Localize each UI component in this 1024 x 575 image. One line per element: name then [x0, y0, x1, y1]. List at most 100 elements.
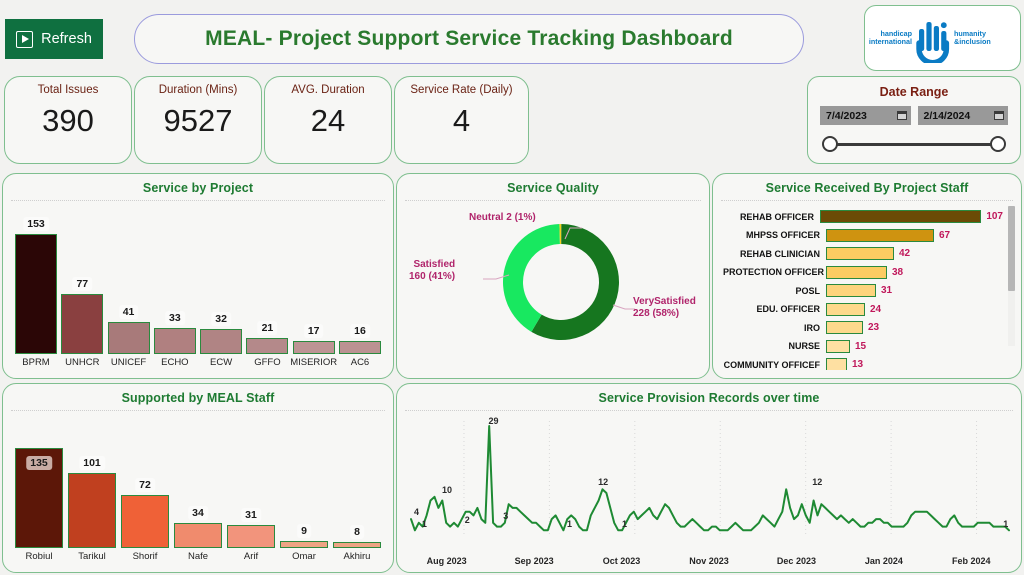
bar-value-label: 153 [23, 217, 49, 231]
bar[interactable] [107, 322, 150, 354]
kpi-card-service-rate[interactable]: Service Rate (Daily) 4 [394, 76, 529, 164]
bar-row[interactable]: PROTECTION OFFICER 38 [723, 264, 1003, 281]
x-axis-tick-label: Feb 2024 [952, 556, 991, 566]
bar-category-label: COMMUNITY OFFICEF [723, 359, 820, 370]
bar[interactable] [200, 329, 243, 354]
refresh-button[interactable]: Refresh [5, 19, 103, 59]
bar-group[interactable]: 8 Akhiru [333, 525, 381, 562]
bar[interactable] [174, 523, 222, 548]
bar-group[interactable]: 34 Nafe [174, 506, 222, 562]
kpi-card-total-issues[interactable]: Total Issues 390 [4, 76, 132, 164]
bar-category-label: GFFO [254, 357, 281, 368]
donut-label-verysatisfied: VerySatisfied 228 (58%) [633, 296, 696, 320]
line-value-label: 4 [413, 507, 419, 518]
slider-handle-start[interactable] [822, 136, 838, 152]
panel-title: Service by Project [142, 181, 254, 195]
date-range-end-input[interactable]: 2/14/2024 [917, 106, 1008, 125]
bar[interactable] [246, 338, 289, 354]
bar[interactable] [826, 321, 863, 334]
bar-category-label: Tarikul [78, 551, 106, 562]
scrollbar-thumb[interactable] [1008, 206, 1015, 291]
calendar-icon[interactable] [896, 111, 907, 120]
svg-text:international: international [868, 37, 911, 46]
bar-group[interactable]: 16 AC6 [338, 324, 381, 368]
bar-category-label: MHPSS OFFICER [745, 230, 820, 240]
bar[interactable] [826, 358, 847, 370]
vertical-scrollbar[interactable] [1008, 206, 1015, 346]
bar-category-label: BPRM [22, 357, 50, 368]
bar-value-label: 67 [939, 229, 951, 241]
bar[interactable] [333, 542, 381, 548]
x-axis-tick-label: Nov 2023 [689, 556, 729, 566]
donut-slice-satisfied[interactable] [503, 224, 560, 332]
panel-divider [11, 200, 385, 201]
bar[interactable] [280, 541, 328, 548]
bar-row[interactable]: POSL 31 [723, 282, 1003, 299]
line-value-label: 1 [622, 518, 628, 529]
bar-value-label: 42 [899, 248, 911, 259]
bar-value-label: 21 [257, 321, 278, 335]
handicap-international-humanity-inclusion-logo: handicap international humanity &inclusi… [868, 22, 990, 63]
bar-row[interactable]: COMMUNITY OFFICEF 13 [723, 356, 1003, 370]
bar[interactable] [227, 525, 275, 548]
bar-group[interactable]: 135 Robiul [15, 448, 63, 562]
bar[interactable] [826, 339, 850, 353]
bar-row[interactable]: REHAB OFFICER 107 [723, 208, 1003, 225]
bar[interactable] [68, 473, 116, 548]
bar-group[interactable]: 153 BPRM [15, 217, 57, 368]
bar-row[interactable]: IRO 23 [723, 319, 1003, 336]
panel-title: Supported by MEAL Staff [121, 391, 275, 405]
bar-group[interactable]: 77 UNHCR [61, 277, 104, 368]
bar-group[interactable]: 41 UNICEF [107, 305, 150, 368]
bar-value-label: 38 [892, 266, 904, 278]
bar-value-label: 34 [188, 506, 208, 520]
service-provision-line-chart: Aug 2023 Sep 2023 Oct 2023 Nov 2023 Dec 2023… [403, 416, 1015, 568]
bar-value-label: 13 [852, 359, 864, 370]
bar-group[interactable]: 21 GFFO [246, 321, 289, 368]
bar[interactable] [826, 228, 934, 242]
bar[interactable] [826, 247, 894, 260]
bar-group[interactable]: 101 Tarikul [68, 456, 116, 562]
bar-value-label: 72 [135, 478, 155, 492]
bar-value-label: 77 [72, 277, 93, 291]
bar[interactable] [153, 328, 196, 354]
line-value-label: 3 [503, 511, 509, 522]
bar-row[interactable]: REHAB CLINICIAN 42 [723, 245, 1003, 262]
bar[interactable] [819, 210, 982, 223]
bar-group[interactable]: 31 Arif [227, 508, 275, 562]
bar-row[interactable]: NURSE 15 [723, 338, 1003, 355]
kpi-card-duration[interactable]: Duration (Mins) 9527 [134, 76, 262, 164]
bar[interactable] [61, 294, 104, 354]
bar[interactable] [15, 234, 57, 354]
panel-service-received-by-project-staff: Service Received By Project Staff REHAB … [712, 173, 1022, 379]
bar-row[interactable]: MHPSS OFFICER 67 [723, 227, 1003, 244]
bar[interactable] [826, 284, 876, 297]
bar-value-label: 15 [855, 340, 867, 352]
donut-svg [483, 224, 635, 340]
line-value-label: 10 [442, 484, 453, 495]
calendar-icon[interactable] [994, 111, 1004, 120]
line-value-label: 1 [421, 518, 427, 529]
bar[interactable] [292, 341, 335, 354]
bar-group[interactable]: 72 Shorif [121, 478, 169, 562]
page-title: MEAL- Project Support Service Tracking D… [205, 27, 733, 50]
kpi-card-avg-duration[interactable]: AVG. Duration 24 [264, 76, 392, 164]
donut-label-verysatisfied-name: VerySatisfied [633, 296, 696, 307]
bar-row[interactable]: EDU. OFFICER 24 [723, 301, 1003, 318]
bar[interactable] [121, 495, 169, 548]
bar-category-label: Omar [292, 551, 316, 562]
date-range-slider[interactable] [822, 135, 1006, 153]
panel-service-quality: Service Quality Neutral 2 (1%) Satisfied… [396, 173, 710, 379]
date-range-start-input[interactable]: 7/4/2023 [820, 106, 911, 125]
bar-group[interactable]: 9 Omar [280, 524, 328, 562]
bar-category-label: POSL [795, 285, 820, 296]
panel-divider [721, 200, 1013, 201]
bar-group[interactable]: 33 ECHO [153, 311, 196, 368]
bar-group[interactable]: 32 ECW [200, 312, 243, 368]
bar[interactable] [826, 302, 865, 316]
bar[interactable] [338, 341, 381, 354]
slider-handle-end[interactable] [990, 136, 1006, 152]
service-by-project-bars: 153 BPRM 77 UNHCR 41 UNICEF 33 ECHO 32 ECW 21 GFFO 1… [15, 217, 381, 368]
bar-group[interactable]: 17 MISERIOR [290, 324, 337, 368]
bar[interactable] [826, 265, 887, 279]
